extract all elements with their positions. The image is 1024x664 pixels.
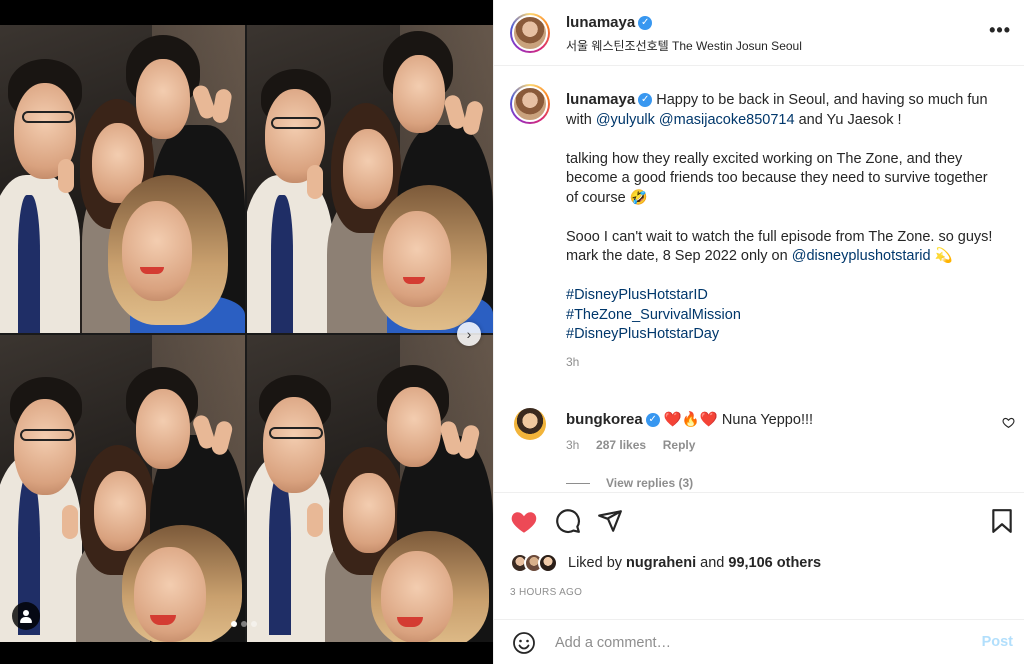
- carousel-dot: [231, 621, 237, 627]
- author-username[interactable]: lunamaya: [566, 14, 635, 31]
- post-header: lunamaya ✓ 서울 웨스틴조선호텔 The Westin Josun Se…: [494, 0, 1024, 66]
- share-paper-plane-icon[interactable]: [596, 507, 624, 535]
- hashtag-link[interactable]: #DisneyPlusHotstarDay: [566, 326, 719, 342]
- mention-link[interactable]: @yulyulk: [596, 112, 655, 128]
- liker-avatar: [538, 553, 558, 573]
- comment-input[interactable]: [555, 630, 945, 656]
- tagged-users-icon[interactable]: [12, 602, 40, 630]
- likes-summary: Liked by nugraheni and 99,106 others: [510, 553, 821, 573]
- next-photo-arrow-icon[interactable]: ›: [457, 322, 481, 346]
- verified-badge-icon: ✓: [638, 15, 653, 30]
- add-comment-bar: Post: [494, 619, 1024, 664]
- comment-likes[interactable]: 287 likes: [596, 438, 646, 452]
- comment-text: ❤️🔥❤️ Nuna Yeppo!!!: [663, 412, 814, 428]
- emoji-picker-icon[interactable]: [512, 631, 536, 655]
- post-location[interactable]: 서울 웨스틴조선호텔 The Westin Josun Seoul: [566, 37, 802, 54]
- liked-by-user-link[interactable]: nugraheni: [626, 555, 696, 571]
- verified-badge-icon: ✓: [645, 413, 660, 428]
- caption-time[interactable]: 3h: [566, 353, 996, 373]
- comments-area: lunamaya ✓ Happy to be back in Seoul, and…: [494, 66, 1024, 492]
- comment-bubble-icon[interactable]: [554, 507, 582, 535]
- comment-time[interactable]: 3h: [566, 438, 579, 452]
- carousel-dot: [251, 621, 257, 627]
- more-options-icon[interactable]: •••: [989, 20, 1011, 41]
- comment-author[interactable]: bungkorea: [566, 411, 643, 428]
- post-timestamp[interactable]: 3 HOURS AGO: [510, 587, 582, 598]
- hashtag-link[interactable]: #TheZone_SurvivalMission: [566, 307, 741, 323]
- comment-item: bungkorea ✓ ❤️🔥❤️ Nuna Yeppo!!!: [566, 410, 966, 430]
- post-side-panel: lunamaya ✓ 서울 웨스틴조선호텔 The Westin Josun Se…: [493, 0, 1024, 664]
- author-avatar[interactable]: [510, 13, 550, 53]
- post-caption: lunamaya ✓ Happy to be back in Seoul, and…: [566, 90, 996, 372]
- post-media[interactable]: ›: [0, 0, 493, 664]
- liked-by-text: Liked by nugraheni and 99,106 others: [568, 555, 822, 571]
- mention-link[interactable]: @disneyplushotstarid: [792, 248, 931, 264]
- comment-reply-button[interactable]: Reply: [663, 438, 696, 452]
- comment-like-heart-icon[interactable]: [1002, 416, 1015, 432]
- collage-photo-3: [0, 335, 245, 642]
- verified-badge-icon: ✓: [638, 93, 653, 108]
- view-replies-button[interactable]: View replies (3): [566, 476, 693, 490]
- collage-photo-2: [247, 25, 493, 333]
- comment-author-avatar[interactable]: [514, 408, 546, 440]
- carousel-indicator: [231, 621, 257, 627]
- photo-collage: [0, 25, 493, 642]
- collage-photo-4: [247, 335, 493, 642]
- collage-photo-1: [0, 25, 245, 333]
- instagram-post-view: › lunamaya ✓ 서울 웨스틴조선호텔 The Westin Josun …: [0, 0, 1024, 664]
- save-bookmark-icon[interactable]: [988, 507, 1016, 535]
- hashtag-link[interactable]: #DisneyPlusHotstarID: [566, 287, 708, 303]
- caption-author-avatar[interactable]: [510, 84, 550, 124]
- carousel-dot: [241, 621, 247, 627]
- post-comment-button[interactable]: Post: [982, 634, 1013, 650]
- comment-meta: 3h 287 likes Reply: [566, 438, 695, 452]
- caption-paragraph-2: talking how they really excited working …: [566, 150, 988, 206]
- like-heart-icon[interactable]: [510, 507, 538, 535]
- caption-author[interactable]: lunamaya: [566, 91, 635, 108]
- post-actions: Liked by nugraheni and 99,106 others 3 H…: [494, 492, 1024, 664]
- likes-count-link[interactable]: 99,106 others: [728, 555, 821, 571]
- mention-link[interactable]: @masijacoke850714: [659, 112, 795, 128]
